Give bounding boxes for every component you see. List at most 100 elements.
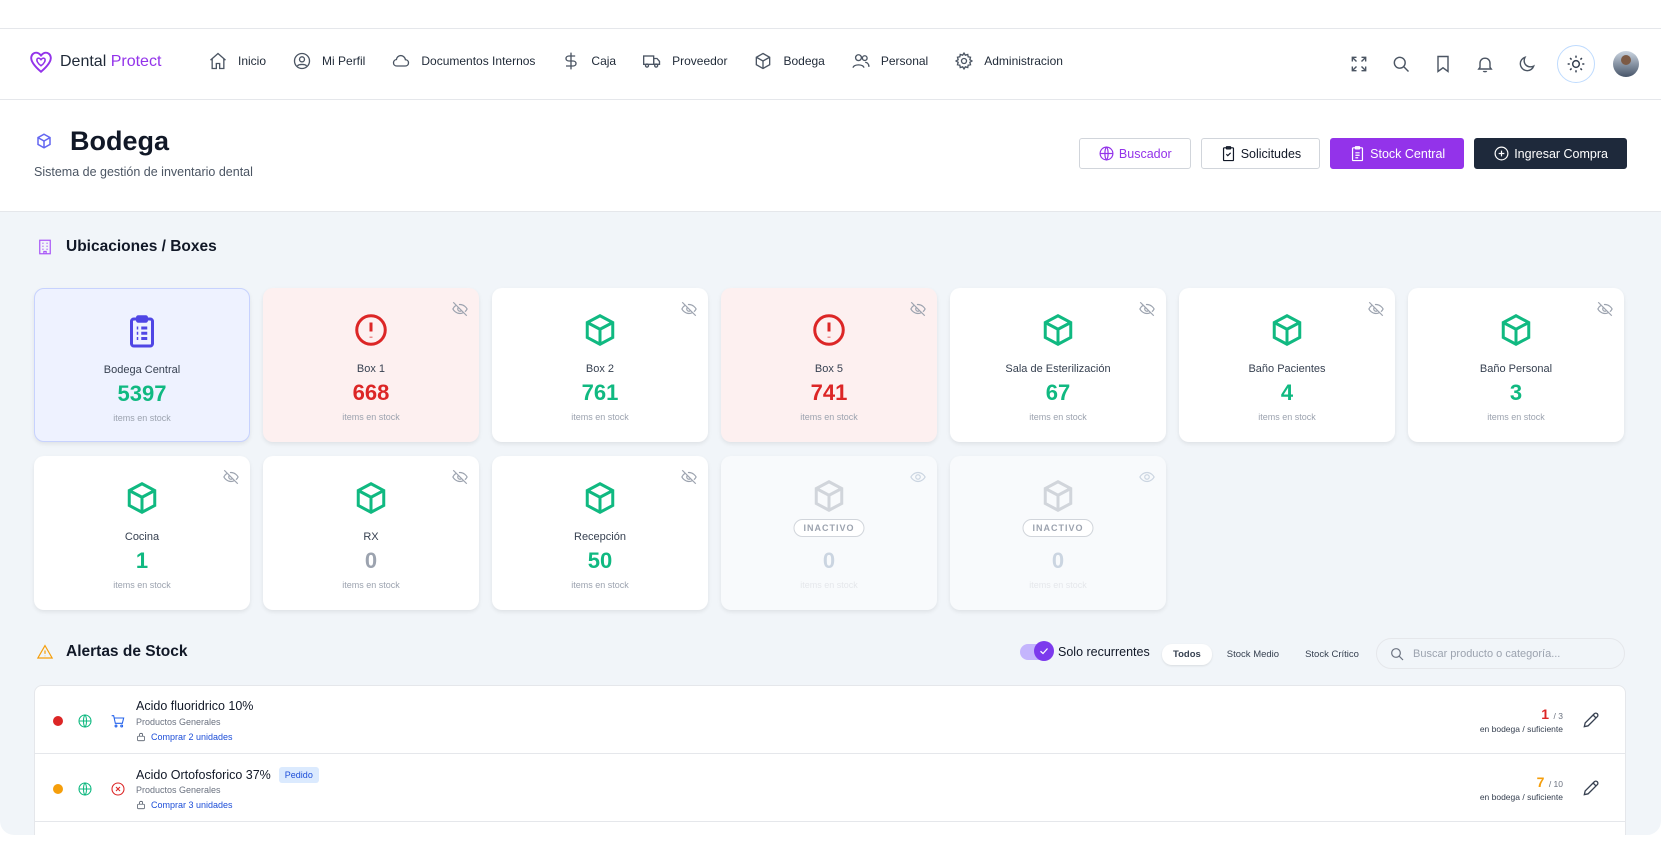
- nav-right-tools: [1347, 45, 1639, 83]
- location-name: Baño Pacientes: [1248, 363, 1326, 375]
- location-card-inactive[interactable]: INACTIVO 0 items en stock: [950, 456, 1166, 610]
- location-card-cocina[interactable]: Cocina 1 items en stock: [34, 456, 250, 610]
- light-mode-button[interactable]: [1557, 45, 1595, 83]
- eye-icon[interactable]: [1138, 468, 1156, 486]
- nav-documentos-internos[interactable]: Documentos Internos: [391, 51, 535, 71]
- buy-link[interactable]: Comprar 3 unidades: [136, 800, 233, 810]
- location-card-recepcion[interactable]: Recepción 50 items en stock: [492, 456, 708, 610]
- x-circle-icon: [110, 781, 126, 797]
- location-stock-label: items en stock: [571, 580, 629, 590]
- header-actions: Buscador Solicitudes Stock Central Ingre…: [1078, 138, 1627, 169]
- location-card-bano-pacientes[interactable]: Baño Pacientes 4 items en stock: [1179, 288, 1395, 442]
- product-category: Productos Generales: [136, 785, 221, 795]
- nav-caja[interactable]: Caja: [561, 51, 616, 71]
- filter-stock-medio[interactable]: Stock Medio: [1216, 644, 1290, 665]
- eye-off-icon[interactable]: [1138, 300, 1156, 318]
- location-stock-label: items en stock: [342, 412, 400, 422]
- location-name: Recepción: [574, 531, 626, 543]
- notifications-button[interactable]: [1473, 52, 1497, 76]
- nav-mi-perfil[interactable]: Mi Perfil: [292, 51, 365, 71]
- bell-icon: [1477, 57, 1493, 73]
- nav-administracion[interactable]: Administracion: [954, 51, 1063, 71]
- edit-button[interactable]: [1581, 710, 1601, 730]
- stock-quantity: 1 / 3 en bodega / suficiente: [1480, 706, 1563, 734]
- location-card-box-2[interactable]: Box 2 761 items en stock: [492, 288, 708, 442]
- alert-row[interactable]: Acido Ortofosforico 37% Pedido Productos …: [35, 754, 1625, 822]
- top-navbar: Dental Protect Inicio Mi Perfil Document…: [0, 29, 1661, 100]
- alerts-search: [1376, 638, 1625, 669]
- alerts-search-input[interactable]: [1413, 647, 1613, 660]
- product-category: Productos Generales: [136, 717, 221, 727]
- ingresar-compra-button[interactable]: Ingresar Compra: [1474, 138, 1627, 169]
- eye-icon[interactable]: [909, 468, 927, 486]
- nav-bodega[interactable]: Bodega: [753, 51, 825, 71]
- eye-off-icon[interactable]: [680, 468, 698, 486]
- location-card-bano-personal[interactable]: Baño Personal 3 items en stock: [1408, 288, 1624, 442]
- alerts-toolbar: Alertas de Stock Solo recurrentes Todos …: [0, 636, 1661, 676]
- box-icon: [582, 480, 618, 516]
- edit-button[interactable]: [1581, 778, 1601, 798]
- stock-central-button[interactable]: Stock Central: [1330, 138, 1465, 169]
- location-card-box-1[interactable]: Box 1 668 items en stock: [263, 288, 479, 442]
- stock-target: / 3: [1553, 711, 1563, 721]
- eye-off-icon[interactable]: [1367, 300, 1385, 318]
- dark-mode-button[interactable]: [1515, 52, 1539, 76]
- nav-proveedor[interactable]: Proveedor: [642, 51, 727, 71]
- stock-quantity: 7 / 10 en bodega / suficiente: [1480, 774, 1563, 802]
- brand-name: Dental Protect: [60, 53, 161, 71]
- location-card-bodega-central[interactable]: Bodega Central 5397 items en stock: [34, 288, 250, 442]
- solicitudes-button[interactable]: Solicitudes: [1200, 138, 1321, 169]
- home-icon: [210, 52, 226, 70]
- eye-off-icon[interactable]: [909, 300, 927, 318]
- location-stock-label: items en stock: [571, 412, 629, 422]
- browser-bottom-strip: [0, 835, 1661, 863]
- search-icon: [1391, 647, 1404, 660]
- product-name: Acido fluoridrico 10%: [136, 699, 253, 713]
- location-card-box-5[interactable]: Box 5 741 items en stock: [721, 288, 937, 442]
- buy-link[interactable]: Comprar 2 unidades: [136, 732, 233, 742]
- product-name: Acido Ortofosforico 37% Pedido: [136, 767, 319, 783]
- bookmark-button[interactable]: [1431, 52, 1455, 76]
- location-stock-value: 0: [822, 548, 836, 573]
- eye-off-icon[interactable]: [222, 468, 240, 486]
- eye-off-icon[interactable]: [1596, 300, 1614, 318]
- location-stock-label: items en stock: [1029, 412, 1087, 422]
- nav-inicio[interactable]: Inicio: [208, 51, 266, 71]
- location-card-sala-esterilizacion[interactable]: Sala de Esterilización 67 items en stock: [950, 288, 1166, 442]
- search-button[interactable]: [1389, 52, 1413, 76]
- toggle-switch[interactable]: [1020, 641, 1054, 661]
- fullscreen-button[interactable]: [1347, 52, 1371, 76]
- eye-off-icon[interactable]: [451, 300, 469, 318]
- user-avatar[interactable]: [1613, 51, 1639, 77]
- location-name: RX: [363, 531, 379, 543]
- brand-logo[interactable]: Dental Protect: [28, 49, 161, 75]
- stock-current: 7: [1536, 774, 1545, 790]
- location-card-rx[interactable]: RX 0 items en stock: [263, 456, 479, 610]
- location-stock-value: 0: [1051, 548, 1065, 573]
- location-stock-label: items en stock: [800, 580, 858, 590]
- location-name: Box 2: [585, 363, 615, 375]
- nav-bodega-label: Bodega: [783, 54, 825, 68]
- alert-row[interactable]: Acido fluoridrico 10% Productos Generale…: [35, 686, 1625, 754]
- location-stock-value: 4: [1280, 380, 1294, 405]
- warning-triangle-icon: [36, 644, 54, 659]
- recurrent-toggle[interactable]: Solo recurrentes: [1020, 641, 1150, 661]
- location-card-inactive[interactable]: INACTIVO 0 items en stock: [721, 456, 937, 610]
- solicitudes-label: Solicitudes: [1240, 146, 1302, 161]
- location-name: Baño Personal: [1479, 363, 1553, 375]
- nav-personal[interactable]: Personal: [851, 51, 928, 71]
- user-circle-icon: [293, 52, 311, 70]
- location-stock-value: 741: [810, 380, 848, 405]
- box-icon: [1040, 478, 1076, 514]
- filter-stock-critico[interactable]: Stock Crítico: [1294, 644, 1370, 665]
- filter-todos[interactable]: Todos: [1162, 644, 1212, 665]
- eye-off-icon[interactable]: [680, 300, 698, 318]
- buscador-button[interactable]: Buscador: [1078, 138, 1191, 169]
- buscador-label: Buscador: [1118, 146, 1172, 161]
- location-stock-value: 761: [581, 380, 619, 405]
- nav-administracion-label: Administracion: [984, 54, 1063, 68]
- location-stock-label: items en stock: [1258, 412, 1316, 422]
- nav-mi-perfil-label: Mi Perfil: [322, 54, 366, 68]
- clipboard-list-icon: [124, 313, 160, 349]
- eye-off-icon[interactable]: [451, 468, 469, 486]
